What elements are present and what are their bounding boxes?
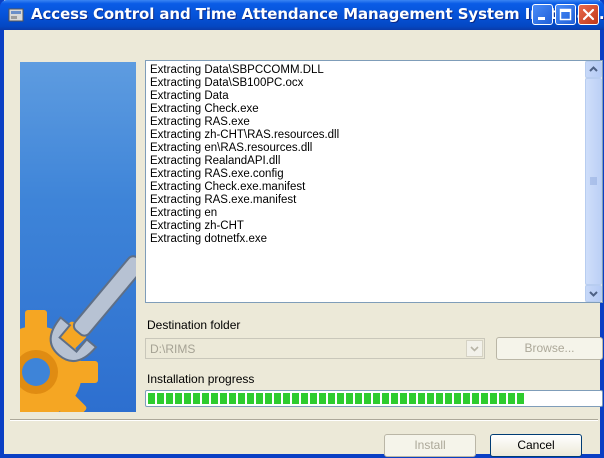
destination-folder-label: Destination folder [147,318,240,332]
log-line: Extracting Data\SB100PC.ocx [150,77,304,89]
scroll-down-button[interactable] [585,285,602,302]
grip-icon [590,177,597,185]
installer-banner [0,62,145,434]
progress-chunk [310,393,317,404]
installation-progress-bar [145,390,603,407]
progress-chunk [382,393,389,404]
log-line: Extracting zh-CHT [150,220,244,232]
installer-window: Access Control and Time Attendance Manag… [0,0,604,458]
progress-chunk [184,393,191,404]
progress-chunk [373,393,380,404]
progress-chunk [202,393,209,404]
minimize-icon [538,17,545,20]
destination-folder-value: D:\RIMS [150,342,196,356]
log-line: Extracting Check.exe.manifest [150,181,306,193]
log-scrollbar[interactable] [585,61,602,302]
progress-chunk [355,393,362,404]
log-line: Extracting RealandAPI.dll [150,155,281,167]
install-button[interactable]: Install [384,434,476,457]
maximize-button[interactable] [555,4,576,25]
window-title: Access Control and Time Attendance Manag… [31,5,604,23]
progress-chunk [211,393,218,404]
log-line: Extracting RAS.exe [150,116,250,128]
progress-chunk [472,393,479,404]
installer-app-icon [8,8,24,22]
chevron-up-icon [589,66,598,72]
maximize-icon [559,8,572,21]
log-line: Extracting en [150,207,218,219]
progress-chunk [247,393,254,404]
progress-chunk [463,393,470,404]
progress-chunk [481,393,488,404]
cancel-button[interactable]: Cancel [490,434,582,457]
progress-chunk [157,393,164,404]
progress-chunk [517,393,524,404]
progress-chunk [292,393,299,404]
progress-chunk [427,393,434,404]
log-line: Extracting Data [150,90,229,102]
chevron-down-icon [589,291,598,297]
progress-chunk [301,393,308,404]
progress-chunk [409,393,416,404]
gear-wrench-icon [0,255,145,434]
title-bar[interactable]: Access Control and Time Attendance Manag… [0,0,604,30]
log-line: Extracting Data\SBPCCOMM.DLL [150,64,324,76]
destination-dropdown-button[interactable] [466,340,483,357]
progress-chunk [499,393,506,404]
destination-folder-combo[interactable]: D:\RIMS [145,338,485,359]
footer-divider [10,419,598,421]
progress-chunk [418,393,425,404]
progress-chunk [256,393,263,404]
log-line: Extracting zh-CHT\RAS.resources.dll [150,129,340,141]
scroll-thumb[interactable] [585,78,602,285]
log-line: Extracting en\RAS.resources.dll [150,142,313,154]
progress-chunk [490,393,497,404]
progress-chunk [220,393,227,404]
progress-chunk [274,393,281,404]
log-lines: Extracting Data\SBPCCOMM.DLL Extracting … [150,64,339,246]
progress-chunk [328,393,335,404]
browse-button[interactable]: Browse... [496,337,603,360]
progress-chunk [283,393,290,404]
scroll-up-button[interactable] [585,61,602,78]
progress-fill [148,393,524,404]
progress-chunk [193,393,200,404]
progress-chunk [364,393,371,404]
progress-chunk [229,393,236,404]
installation-progress-label: Installation progress [147,372,255,386]
progress-chunk [346,393,353,404]
progress-chunk [445,393,452,404]
progress-chunk [166,393,173,404]
destination-folder-label-text: Destination folder [147,318,241,332]
log-line: Extracting RAS.exe.manifest [150,194,297,206]
close-icon [582,8,595,21]
log-line: Extracting dotnetfx.exe [150,233,267,245]
extraction-log[interactable]: Extracting Data\SBPCCOMM.DLL Extracting … [145,60,603,303]
progress-chunk [391,393,398,404]
progress-chunk [454,393,461,404]
progress-chunk [337,393,344,404]
minimize-button[interactable] [532,4,553,25]
progress-chunk [319,393,326,404]
progress-chunk [238,393,245,404]
close-button[interactable] [578,4,599,25]
progress-chunk [148,393,155,404]
log-line: Extracting RAS.exe.config [150,168,284,180]
chevron-down-icon [470,346,479,352]
client-area: Extracting Data\SBPCCOMM.DLL Extracting … [0,30,603,457]
progress-chunk [175,393,182,404]
progress-chunk [508,393,515,404]
progress-chunk [400,393,407,404]
progress-chunk [436,393,443,404]
progress-chunk [265,393,272,404]
log-line: Extracting Check.exe [150,103,259,115]
